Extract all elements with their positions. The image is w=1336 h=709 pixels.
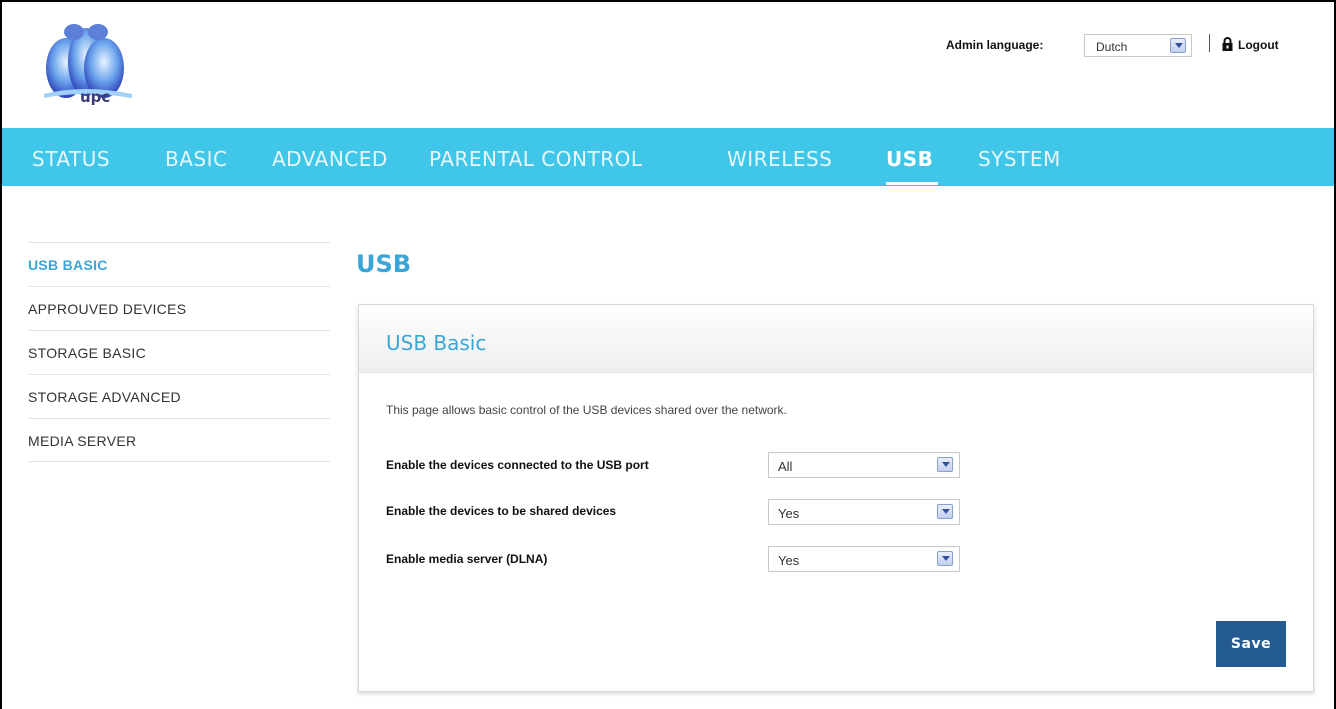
shared-devices-label: Enable the devices to be shared devices [386,504,617,518]
panel-description: This page allows basic control of the US… [386,403,787,417]
nav-advanced[interactable]: ADVANCED [272,147,388,171]
usb-port-label: Enable the devices connected to the USB … [386,458,649,472]
panel-title: USB Basic [386,331,487,355]
sidebar-item-storage-advanced[interactable]: STORAGE ADVANCED [28,374,330,418]
shared-devices-select[interactable]: Yes [768,499,960,525]
main-nav: STATUS BASIC ADVANCED PARENTAL CONTROL W… [2,128,1334,186]
chevron-down-icon[interactable] [1170,38,1186,53]
admin-language-label: Admin language: [946,38,1044,52]
nav-active-indicator [886,182,938,185]
shared-devices-value: Yes [778,506,800,521]
nav-basic[interactable]: BASIC [165,147,227,171]
usb-basic-panel: USB Basic This page allows basic control… [358,304,1314,692]
logo-text: upc [80,88,111,106]
usb-port-value: All [778,459,793,474]
media-server-value: Yes [778,553,800,568]
lock-icon[interactable] [1222,37,1233,51]
header-separator [1209,34,1210,52]
admin-language-value: Dutch [1096,40,1128,54]
panel-header [359,305,1313,373]
nav-wireless[interactable]: WIRELESS [727,147,832,171]
sidebar: USB BASIC APPROUVED DEVICES STORAGE BASI… [28,242,330,462]
page-title: USB [356,250,412,278]
media-server-select[interactable]: Yes [768,546,960,572]
chevron-down-icon[interactable] [937,551,953,566]
sidebar-item-storage-basic[interactable]: STORAGE BASIC [28,330,330,374]
nav-usb[interactable]: USB [886,147,933,171]
sidebar-item-approuved-devices[interactable]: APPROUVED DEVICES [28,286,330,330]
logout-link[interactable]: Logout [1238,38,1279,52]
nav-status[interactable]: STATUS [32,147,110,171]
nav-parental-control[interactable]: PARENTAL CONTROL [429,147,642,171]
nav-system[interactable]: SYSTEM [978,147,1061,171]
save-button[interactable]: Save [1216,621,1286,667]
usb-port-select[interactable]: All [768,452,960,478]
chevron-down-icon[interactable] [937,457,953,472]
sidebar-item-usb-basic[interactable]: USB BASIC [28,242,330,286]
admin-language-select[interactable]: Dutch [1084,34,1192,57]
media-server-label: Enable media server (DLNA) [386,552,548,566]
sidebar-item-media-server[interactable]: MEDIA SERVER [28,418,330,462]
chevron-down-icon[interactable] [937,504,953,519]
